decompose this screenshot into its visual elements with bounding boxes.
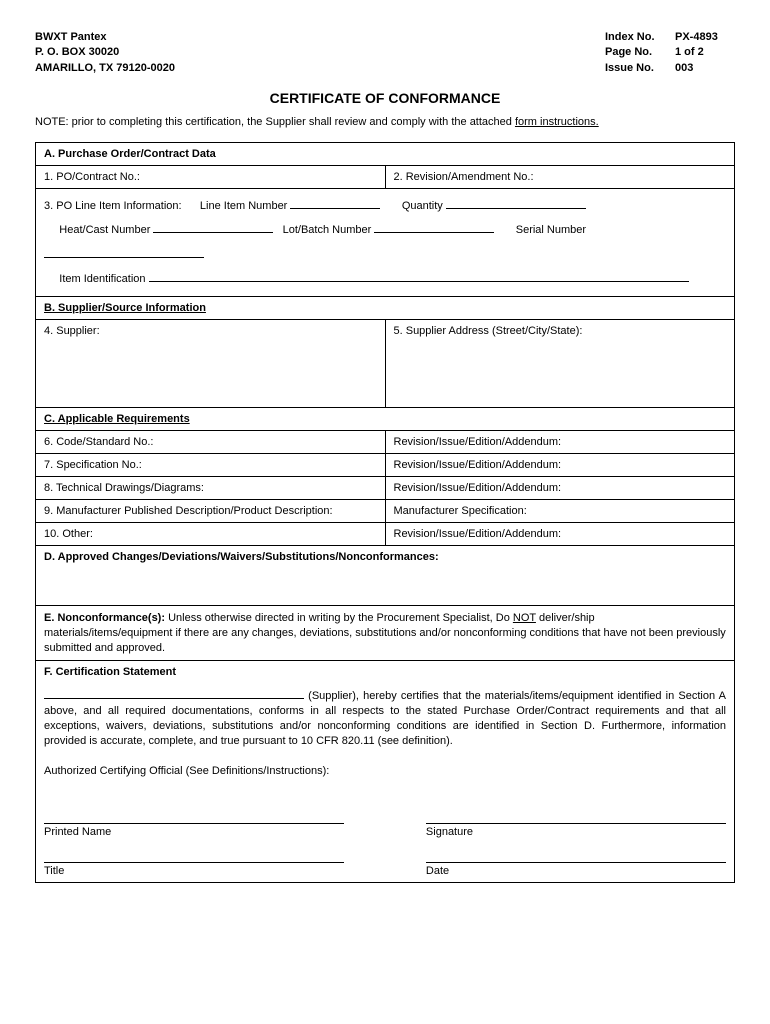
form-instructions-link: form instructions. xyxy=(515,116,599,128)
section-e-text1: Unless otherwise directed in writing by … xyxy=(165,612,513,624)
quantity-label: Quantity xyxy=(402,200,443,212)
quantity-input[interactable] xyxy=(446,198,586,209)
form-table: A. Purchase Order/Contract Data 1. PO/Co… xyxy=(35,142,735,882)
technical-drawings[interactable]: 8. Technical Drawings/Diagrams: xyxy=(36,476,386,499)
po-box: P. O. BOX 30020 xyxy=(35,45,175,60)
issue-no-value: 003 xyxy=(675,61,735,76)
line-item-number-label: Line Item Number xyxy=(200,200,287,212)
section-e-nonconformance: E. Nonconformance(s): Unless otherwise d… xyxy=(36,605,735,661)
line-item-number-input[interactable] xyxy=(290,198,380,209)
note-line: NOTE: prior to completing this certifica… xyxy=(35,116,735,128)
heat-cast-label: Heat/Cast Number xyxy=(59,224,150,236)
serial-label: Serial Number xyxy=(516,224,586,236)
manufacturer-specification[interactable]: Manufacturer Specification: xyxy=(385,499,735,522)
note-prefix: NOTE: prior to completing this certifica… xyxy=(35,116,515,128)
item-id-label: Item Identification xyxy=(59,273,145,285)
other-requirements[interactable]: 10. Other: xyxy=(36,522,386,545)
supplier-name-blank[interactable] xyxy=(44,688,304,699)
document-title: CERTIFICATE OF CONFORMANCE xyxy=(35,90,735,106)
lot-batch-input[interactable] xyxy=(374,222,494,233)
section-c-header: C. Applicable Requirements xyxy=(36,407,735,430)
authorized-official-label: Authorized Certifying Official (See Defi… xyxy=(44,765,329,777)
section-f-header: F. Certification Statement xyxy=(36,661,735,684)
po-contract-no[interactable]: 1. PO/Contract No.: xyxy=(36,166,386,189)
page-no-label: Page No. xyxy=(605,45,675,60)
not-text: NOT xyxy=(513,612,536,624)
code-standard-no[interactable]: 6. Code/Standard No.: xyxy=(36,430,386,453)
document-meta: Index No. PX-4893 Page No. 1 of 2 Issue … xyxy=(605,30,735,76)
company-address-block: BWXT Pantex P. O. BOX 30020 AMARILLO, TX… xyxy=(35,30,175,76)
specification-revision[interactable]: Revision/Issue/Edition/Addendum: xyxy=(385,453,735,476)
document-header: BWXT Pantex P. O. BOX 30020 AMARILLO, TX… xyxy=(35,30,735,76)
lot-batch-label: Lot/Batch Number xyxy=(283,224,372,236)
item-id-input[interactable] xyxy=(149,271,689,282)
po-line-item-info[interactable]: 3. PO Line Item Information: Line Item N… xyxy=(36,189,735,297)
technical-drawings-revision[interactable]: Revision/Issue/Edition/Addendum: xyxy=(385,476,735,499)
index-no-value: PX-4893 xyxy=(675,30,735,45)
serial-input[interactable] xyxy=(44,247,204,258)
section-a-header: A. Purchase Order/Contract Data xyxy=(36,143,735,166)
section-d-header[interactable]: D. Approved Changes/Deviations/Waivers/S… xyxy=(36,545,735,605)
printed-name-line[interactable]: Printed Name xyxy=(44,823,344,838)
supplier-address-field[interactable]: 5. Supplier Address (Street/City/State): xyxy=(385,319,735,407)
issue-no-label: Issue No. xyxy=(605,61,675,76)
manufacturer-description[interactable]: 9. Manufacturer Published Description/Pr… xyxy=(36,499,386,522)
signature-area: Printed Name Signature Title Date xyxy=(36,784,735,883)
line3-prefix: 3. PO Line Item Information: xyxy=(44,200,182,212)
revision-amendment-no[interactable]: 2. Revision/Amendment No.: xyxy=(385,166,735,189)
section-b-header: B. Supplier/Source Information xyxy=(36,296,735,319)
signature-line[interactable]: Signature xyxy=(426,823,726,838)
date-line[interactable]: Date xyxy=(426,862,726,877)
title-line[interactable]: Title xyxy=(44,862,344,877)
city-state-zip: AMARILLO, TX 79120-0020 xyxy=(35,61,175,76)
company-name: BWXT Pantex xyxy=(35,30,175,45)
supplier-field[interactable]: 4. Supplier: xyxy=(36,319,386,407)
section-e-label: E. Nonconformance(s): xyxy=(44,612,165,624)
specification-no[interactable]: 7. Specification No.: xyxy=(36,453,386,476)
index-no-label: Index No. xyxy=(605,30,675,45)
code-standard-revision[interactable]: Revision/Issue/Edition/Addendum: xyxy=(385,430,735,453)
certification-statement: (Supplier), hereby certifies that the ma… xyxy=(36,683,735,783)
other-revision[interactable]: Revision/Issue/Edition/Addendum: xyxy=(385,522,735,545)
page-no-value: 1 of 2 xyxy=(675,45,735,60)
heat-cast-input[interactable] xyxy=(153,222,273,233)
